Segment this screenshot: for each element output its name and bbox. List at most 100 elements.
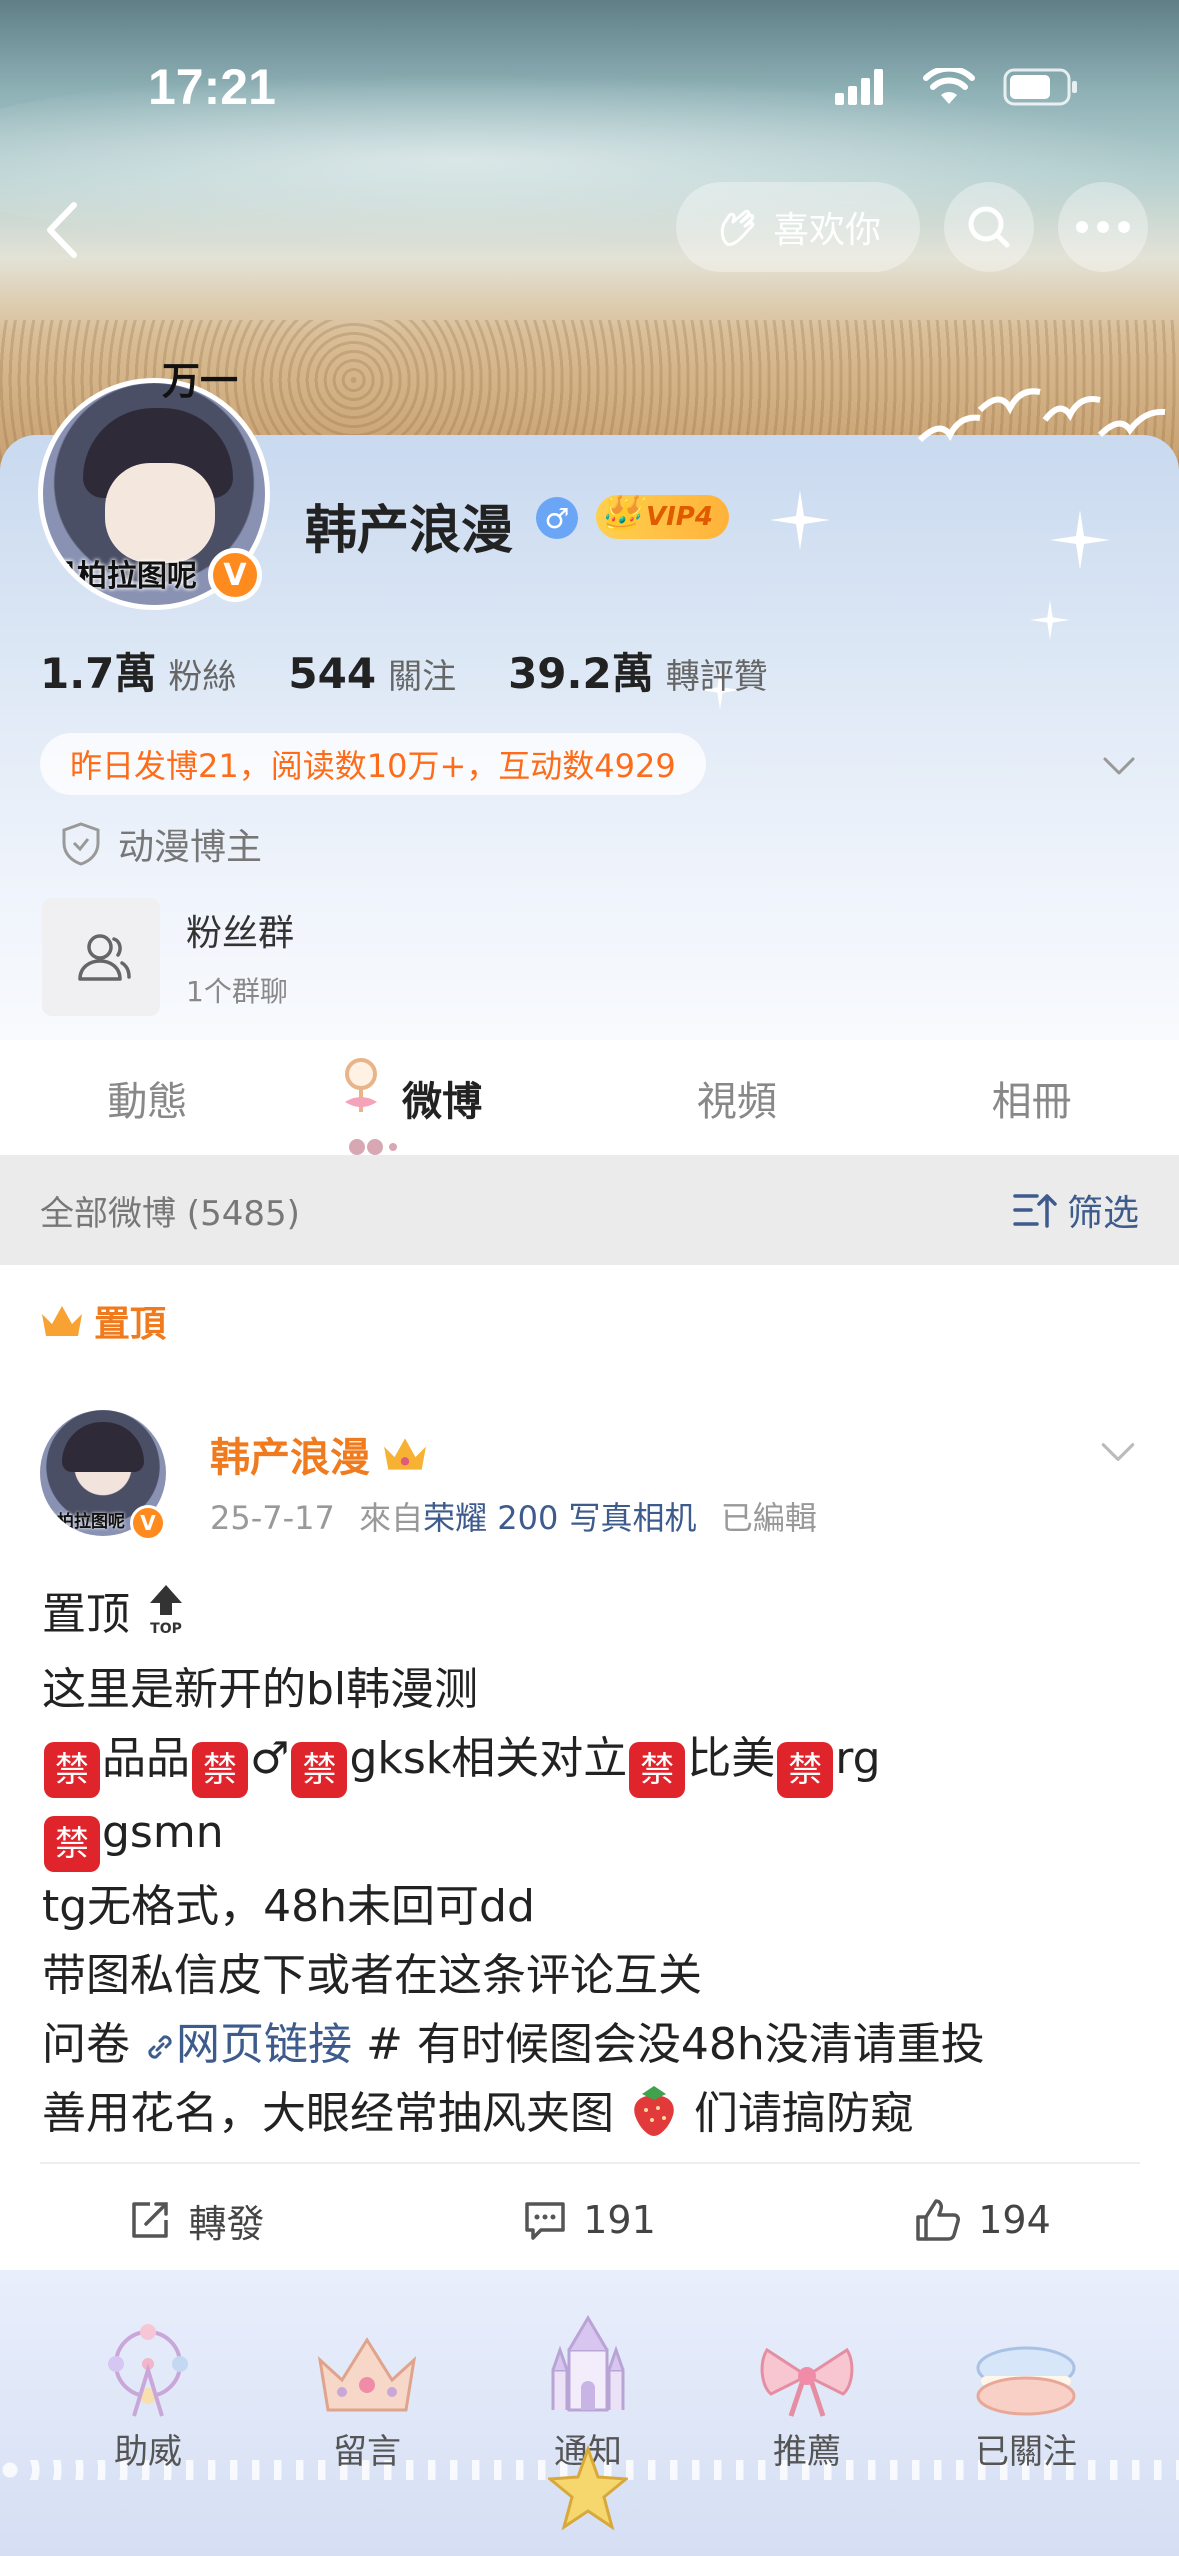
avatar-face [105, 463, 215, 563]
nav-label: 已關注 [975, 2432, 1077, 2472]
nav-recommended[interactable]: 推薦 [727, 2310, 887, 2473]
tab-videos[interactable]: 視頻 [590, 1040, 885, 1155]
top-label: TOP [150, 1621, 182, 1635]
tab-weibo[interactable]: 微博 [295, 1040, 590, 1155]
fan-group-title: 粉丝群 [186, 913, 295, 954]
tab-dynamics[interactable]: 動態 [0, 1040, 295, 1155]
macaron-icon [976, 2346, 1076, 2416]
nav-label: 留言 [333, 2432, 401, 2472]
post-line: 禁品品禁 ♂ 禁 gksk相关对立禁比美禁 rg [42, 1724, 1142, 1798]
search-button[interactable] [944, 182, 1034, 272]
thumbs-up-icon [916, 2199, 961, 2241]
more-dots-icon [1076, 221, 1130, 233]
post-text: gsmn [102, 1807, 224, 1858]
status-time: 17:21 [148, 59, 276, 115]
bow-icon [760, 2347, 854, 2417]
key-bow-icon [344, 1058, 397, 1155]
hand-heart-icon [720, 209, 755, 246]
repost-icon [132, 2202, 169, 2238]
post-line: tg无格式，48h未回可dd [42, 1881, 535, 1932]
chevron-down-icon[interactable] [1099, 745, 1139, 785]
crown-icon [317, 2337, 417, 2412]
comment-button[interactable]: 191 [393, 2170, 786, 2270]
castle-icon [551, 2315, 625, 2412]
nav-following[interactable]: 已關注 [946, 2310, 1106, 2473]
wifi-icon [923, 68, 975, 104]
post-text: gksk相关对立 [349, 1733, 628, 1784]
back-button[interactable] [30, 195, 100, 265]
post-text: 善用花名，大眼经常抽风夹图 [42, 2088, 614, 2139]
nav-label: 推薦 [773, 2432, 841, 2472]
filter-icon [1013, 1194, 1057, 1228]
creator-tag[interactable]: 动漫博主 [60, 818, 262, 870]
like-you-button[interactable]: 喜欢你 [676, 182, 920, 272]
shield-icon [62, 822, 100, 866]
following-stat[interactable]: 544 關注 [288, 649, 456, 698]
strawberry-icon [634, 2086, 674, 2136]
post-text: 们请搞防窥 [694, 2088, 914, 2139]
sparkle-decoration-icon [770, 490, 830, 550]
tab-albums[interactable]: 相冊 [884, 1040, 1179, 1155]
tab-label: 視頻 [696, 1078, 777, 1125]
profile-name: 韩产浪漫 [305, 501, 514, 561]
post-author[interactable]: 韩产浪漫 [210, 1425, 428, 1483]
post-meta: 25-7-17 來自荣耀 200 写真相机 已編輯 [210, 1493, 817, 1539]
weibo-filter-bar: 全部微博 (5485) 筛选 [0, 1155, 1179, 1265]
daily-summary[interactable]: 昨日发博21，阅读数10万+，互动数4929 [40, 733, 706, 795]
ban-emoji: 禁 [291, 1742, 348, 1798]
verified-badge: V [130, 1505, 166, 1541]
crown-icon [384, 1438, 426, 1470]
crown-icon [42, 1306, 82, 1336]
avatar-top-text: 万一 [162, 359, 239, 403]
chevron-down-icon[interactable] [1097, 1430, 1139, 1472]
pinned-indicator: 置頂 [40, 1295, 166, 1347]
like-button[interactable]: 194 [786, 2170, 1179, 2270]
post-text: 比美 [687, 1733, 776, 1784]
avatar-caption: 是柏拉图呢 [40, 1512, 125, 1532]
comment-icon [525, 2202, 565, 2240]
stat-label: 粉絲 [168, 657, 237, 697]
comment-count: 191 [583, 2198, 656, 2242]
interactions-stat[interactable]: 39.2萬 轉評贊 [508, 640, 768, 701]
link-icon [148, 2035, 172, 2059]
bottom-navigation: 助威 留言 通知 [0, 2270, 1179, 2556]
filter-button[interactable]: 筛选 [1013, 1184, 1139, 1236]
stat-value: 1.7萬 [40, 649, 157, 698]
post-line: 带图私信皮下或者在这条评论互关 [42, 1950, 702, 2001]
post-text: 问卷 [42, 2019, 130, 2070]
followers-stat[interactable]: 1.7萬 粉絲 [40, 640, 236, 701]
top-navigation: 喜欢你 [0, 180, 1179, 275]
crown-icon: 👑 [600, 493, 643, 533]
avatar-hair [62, 1422, 144, 1472]
post-source[interactable]: 荣耀 200 写真相机 [423, 1499, 696, 1537]
vip-badge[interactable]: 👑 VIP4 [596, 493, 729, 539]
post-text: ♂ [250, 1733, 290, 1784]
post-line: 禁 gsmn [42, 1798, 1142, 1872]
more-button[interactable] [1058, 182, 1148, 272]
post-text: 品品 [102, 1733, 190, 1784]
web-link[interactable]: 网页链接 [144, 2019, 366, 2070]
repost-button[interactable]: 轉發 [0, 2170, 393, 2270]
vip-label: VIP4 [646, 502, 713, 532]
nav-cheer[interactable]: 助威 [68, 2310, 228, 2473]
status-bar: 17:21 [0, 50, 1179, 130]
ban-emoji: 禁 [629, 1742, 686, 1798]
creator-tag-label: 动漫博主 [118, 827, 263, 868]
fan-group-entry[interactable]: 粉丝群 1个群聊 [42, 898, 294, 1016]
post-date: 25-7-17 [210, 1499, 335, 1537]
fan-group-icon-box [42, 898, 160, 1016]
post-line: 这里是新开的bl韩漫测 [42, 1664, 479, 1715]
status-icons [835, 68, 1079, 106]
web-link-label: 网页链接 [176, 2019, 352, 2070]
sparkle-decoration-icon [1050, 510, 1110, 570]
nav-messages[interactable]: 留言 [287, 2310, 447, 2473]
ferris-wheel-icon [108, 2324, 188, 2417]
filter-label: 筛选 [1066, 1193, 1139, 1234]
cellular-signal-icon [835, 69, 883, 105]
all-weibo-count: 全部微博 (5485) [40, 1193, 300, 1234]
post-text: # 有时候图会没48h没清请重投 [366, 2019, 985, 2070]
ban-emoji: 禁 [777, 1742, 834, 1798]
tab-label: 動態 [107, 1078, 188, 1125]
pinned-label: 置頂 [94, 1304, 167, 1345]
search-icon [968, 206, 1010, 248]
